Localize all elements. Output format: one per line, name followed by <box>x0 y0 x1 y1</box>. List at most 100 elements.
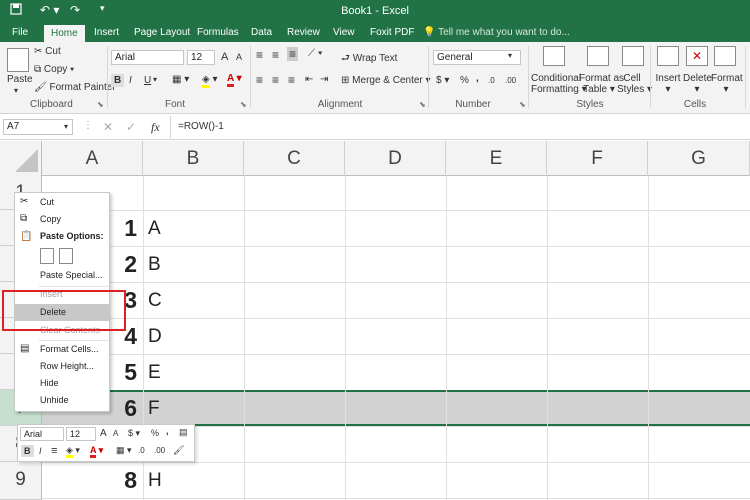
italic-button[interactable]: I <box>129 75 132 86</box>
column-header-c[interactable]: C <box>244 141 345 176</box>
middle-align-icon[interactable]: ≡ <box>272 48 279 62</box>
mini-increase-decimal-icon[interactable]: .0 <box>138 446 145 455</box>
tab-foxit-pdf[interactable]: Foxit PDF <box>370 24 414 42</box>
formula-input[interactable]: =ROW()-1 <box>178 121 224 132</box>
wrap-text-button[interactable]: ⮐ Wrap Text <box>341 51 397 68</box>
mini-grow-font-button[interactable]: A <box>100 428 107 439</box>
paste-values-icon[interactable] <box>59 248 73 264</box>
underline-button[interactable]: U <box>144 75 151 86</box>
tab-data[interactable]: Data <box>251 24 272 42</box>
mini-borders-icon[interactable]: ▦ ▾ <box>116 445 132 456</box>
mini-shrink-font-button[interactable]: A <box>113 429 118 438</box>
decrease-indent-icon[interactable]: ⇤ <box>305 74 313 85</box>
format-painter-button[interactable]: 🖌 Format Painter <box>34 82 116 93</box>
font-size-combo[interactable]: 12 <box>187 50 215 65</box>
menu-item-cut[interactable]: Cut <box>15 194 109 211</box>
cell-b4[interactable]: C <box>148 282 162 318</box>
orientation-icon[interactable]: ⟋ ▾ <box>308 48 323 59</box>
column-header-a[interactable]: A <box>42 141 143 176</box>
borders-icon[interactable]: ▦ ▾ <box>172 74 189 85</box>
comma-button[interactable]: , <box>476 73 479 84</box>
alignment-launcher-icon[interactable]: ⬊ <box>419 100 426 109</box>
format-cells-button[interactable]: Format ▾ <box>711 73 743 95</box>
cell-b2[interactable]: A <box>148 210 161 246</box>
cut-button[interactable]: ✂ Cut <box>34 46 61 57</box>
menu-item-format-cells[interactable]: Format Cells... <box>15 341 109 358</box>
tab-page-layout[interactable]: Page Layout <box>134 24 190 42</box>
copy-button[interactable]: ⧉ Copy ▾ <box>34 64 74 75</box>
cell-b7[interactable]: F <box>148 390 160 426</box>
cell-styles-icon[interactable] <box>622 46 644 66</box>
menu-item-paste-special[interactable]: Paste Special... <box>15 267 109 284</box>
font-launcher-icon[interactable]: ⬊ <box>240 100 247 109</box>
align-center-icon[interactable]: ≡ <box>272 73 279 87</box>
menu-item-copy[interactable]: Copy <box>15 211 109 228</box>
column-header-d[interactable]: D <box>345 141 446 176</box>
font-color-icon[interactable]: A ▾ <box>227 73 242 87</box>
format-as-table-button[interactable]: Format as Table ▾ <box>579 73 624 95</box>
format-cells-icon[interactable] <box>714 46 736 66</box>
bottom-align-icon[interactable]: ≡ <box>287 47 299 61</box>
mini-format-painter-icon[interactable]: 🖌 <box>173 445 184 456</box>
insert-function-button[interactable]: fx <box>151 120 160 135</box>
name-box[interactable]: A7 <box>3 119 73 135</box>
cell-b9[interactable]: H <box>148 462 162 498</box>
menu-item-hide[interactable]: Hide <box>15 375 109 392</box>
tab-insert[interactable]: Insert <box>94 24 119 42</box>
fill-color-icon[interactable]: ◈ ▾ <box>202 74 218 88</box>
increase-indent-icon[interactable]: ⇥ <box>320 74 328 85</box>
mini-font-name-combo[interactable]: Arial <box>20 427 64 441</box>
mini-bold-button[interactable]: B <box>21 445 34 457</box>
column-header-e[interactable]: E <box>446 141 547 176</box>
delete-cells-icon[interactable]: ✕ <box>686 46 708 66</box>
tab-view[interactable]: View <box>333 24 355 42</box>
formula-bar-options-icon[interactable]: ⋮ <box>83 120 93 131</box>
shrink-font-button[interactable]: A <box>236 52 242 62</box>
menu-item-row-height[interactable]: Row Height... <box>15 358 109 375</box>
mini-format-icon[interactable]: ▤ <box>179 427 188 438</box>
column-header-g[interactable]: G <box>648 141 750 176</box>
tab-review[interactable]: Review <box>287 24 320 42</box>
column-header-b[interactable]: B <box>143 141 244 176</box>
cancel-entry-icon[interactable]: ✕ <box>103 120 113 134</box>
align-left-icon[interactable]: ≡ <box>256 73 263 87</box>
grow-font-button[interactable]: A <box>221 51 228 63</box>
clipboard-launcher-icon[interactable]: ⬊ <box>97 100 104 109</box>
cell-styles-button[interactable]: Cell Styles ▾ <box>617 73 652 95</box>
align-right-icon[interactable]: ≡ <box>288 73 295 87</box>
paste-formatting-icon[interactable] <box>40 248 54 264</box>
tab-home[interactable]: Home <box>44 25 85 42</box>
merge-center-button[interactable]: ⊞ Merge & Center ▾ <box>341 75 431 86</box>
underline-dropdown-icon[interactable]: ▾ <box>153 75 157 84</box>
insert-cells-button[interactable]: Insert ▾ <box>654 73 682 95</box>
name-box-dropdown-icon[interactable]: ▾ <box>64 122 68 131</box>
paste-button[interactable]: Paste <box>7 74 33 85</box>
conditional-formatting-button[interactable]: Conditional Formatting ▾ <box>531 73 587 95</box>
confirm-entry-icon[interactable]: ✓ <box>126 120 136 134</box>
paste-icon[interactable] <box>7 48 29 72</box>
paste-dropdown-icon[interactable]: ▾ <box>14 86 18 95</box>
increase-decimal-button[interactable]: .0 <box>488 76 495 85</box>
cell-b3[interactable]: B <box>148 246 161 282</box>
mini-font-color-icon[interactable]: A ▾ <box>90 445 103 458</box>
tab-formulas[interactable]: Formulas <box>197 24 239 42</box>
format-as-table-icon[interactable] <box>587 46 609 66</box>
number-format-dropdown-icon[interactable]: ▾ <box>508 51 512 60</box>
bold-button[interactable]: B <box>111 74 125 87</box>
mini-italic-button[interactable]: I <box>39 446 42 456</box>
cell-b5[interactable]: D <box>148 318 162 354</box>
tell-me-search[interactable]: 💡 Tell me what you want to do... <box>423 24 570 42</box>
font-name-combo[interactable]: Arial <box>111 50 184 65</box>
mini-comma-button[interactable]: , <box>166 426 169 436</box>
cell-b6[interactable]: E <box>148 354 161 390</box>
delete-cells-button[interactable]: Delete ▾ <box>683 73 712 95</box>
row-header-9[interactable]: 9 <box>0 462 42 500</box>
mini-decrease-decimal-icon[interactable]: .00 <box>154 446 165 455</box>
currency-button[interactable]: $ ▾ <box>436 75 449 86</box>
mini-font-size-combo[interactable]: 12 <box>66 427 96 441</box>
column-header-f[interactable]: F <box>547 141 648 176</box>
percent-button[interactable]: % <box>460 75 469 86</box>
mini-fill-color-icon[interactable]: ◈ ▾ <box>66 445 80 458</box>
decrease-decimal-button[interactable]: .00 <box>505 76 516 85</box>
mini-align-icon[interactable]: ≡ <box>51 445 57 457</box>
